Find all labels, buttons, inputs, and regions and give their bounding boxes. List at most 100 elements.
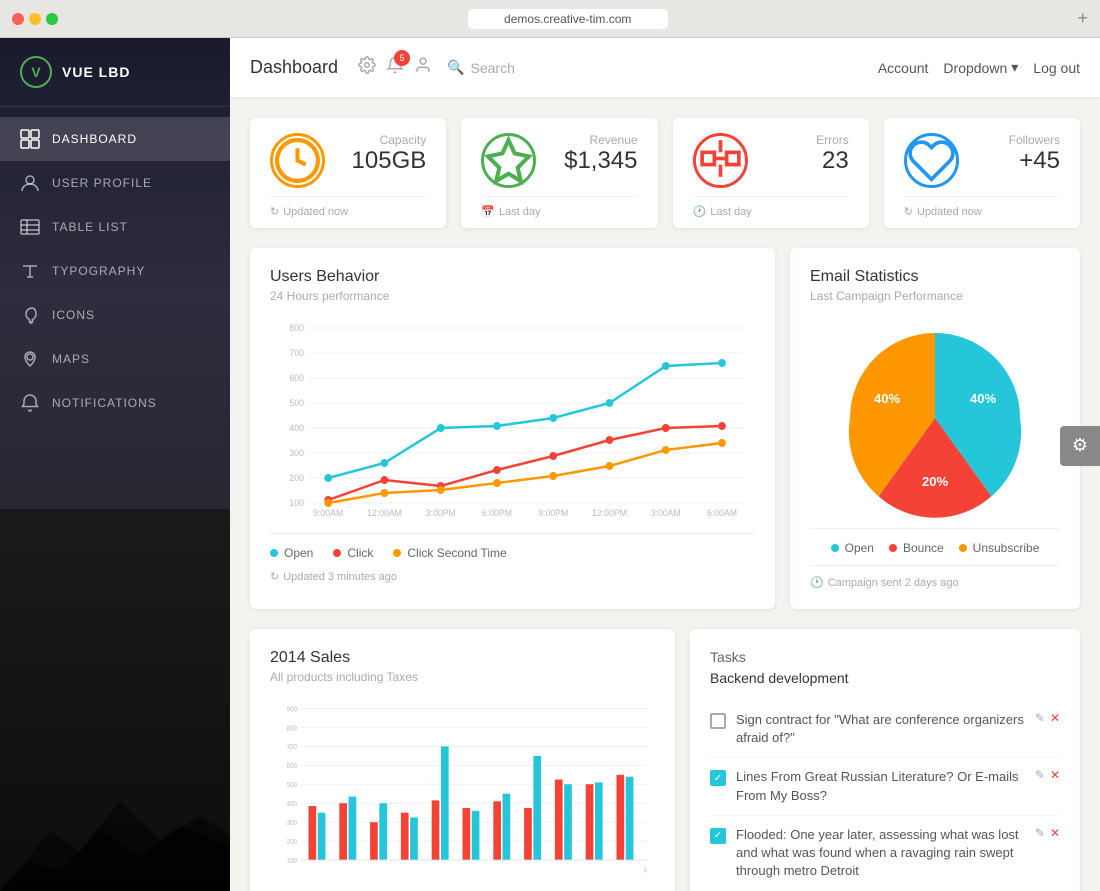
stat-footer-text: Updated now xyxy=(917,206,982,218)
dashboard-icon xyxy=(20,129,40,149)
task-actions-1: ✎ ✕ xyxy=(1035,711,1060,725)
stat-value: +45 xyxy=(1009,147,1060,175)
pie-legend-unsub: Unsubscribe xyxy=(959,541,1040,555)
sidebar-item-typography[interactable]: Typography xyxy=(0,249,230,293)
svg-text:500: 500 xyxy=(289,398,304,408)
pie-chart-svg: 40% 20% 40% xyxy=(810,318,1060,518)
email-stats-card: Email Statistics Last Campaign Performan… xyxy=(790,248,1080,609)
sidebar-background xyxy=(0,509,230,891)
email-stats-title: Email Statistics xyxy=(810,268,1060,286)
legend-dot-click-second xyxy=(393,549,401,557)
browser-add-tab[interactable]: + xyxy=(1077,8,1088,29)
app-container: V VUE LBD Dashboard xyxy=(0,38,1100,891)
pie-legend: Open Bounce Unsubscribe xyxy=(810,528,1060,555)
task-checkbox-3[interactable]: ✓ xyxy=(710,828,726,844)
account-link[interactable]: Account xyxy=(878,60,929,76)
task-text-1: Sign contract for "What are conference o… xyxy=(736,711,1025,747)
svg-text:3:00PM: 3:00PM xyxy=(426,508,456,518)
notification-bell[interactable]: 5 xyxy=(386,56,404,79)
chart-subtitle: 24 Hours performance xyxy=(270,289,755,303)
task-delete-1[interactable]: ✕ xyxy=(1050,711,1060,725)
svg-text:800: 800 xyxy=(287,725,297,733)
dropdown-menu[interactable]: Dropdown ▾ xyxy=(943,59,1018,76)
pie-dot-bounce xyxy=(889,544,897,552)
typography-icon xyxy=(20,261,40,281)
settings-header-icon[interactable] xyxy=(358,56,376,79)
stat-card-top: Errors 23 xyxy=(693,133,849,188)
pie-label-unsub: Unsubscribe xyxy=(973,541,1040,555)
search-label: Search xyxy=(471,60,515,76)
settings-gear-btn[interactable]: ⚙ xyxy=(1060,426,1100,466)
svg-text:40%: 40% xyxy=(970,391,996,406)
task-edit-3[interactable]: ✎ xyxy=(1035,826,1045,840)
sidebar-item-user-profile[interactable]: User Profile xyxy=(0,161,230,205)
svg-text:9:00AM: 9:00AM xyxy=(313,508,343,518)
sidebar-item-label: Table List xyxy=(52,220,128,234)
task-edit-2[interactable]: ✎ xyxy=(1035,768,1045,782)
task-edit-1[interactable]: ✎ xyxy=(1035,711,1045,725)
svg-text:300: 300 xyxy=(287,820,297,828)
sidebar-item-label: Icons xyxy=(52,308,95,322)
task-delete-2[interactable]: ✕ xyxy=(1050,768,1060,782)
sidebar-item-icons[interactable]: Icons xyxy=(0,293,230,337)
legend-label-open: Open xyxy=(284,546,313,560)
svg-text:3:00AM: 3:00AM xyxy=(651,508,681,518)
stat-card-top: Capacity 105GB xyxy=(270,133,426,188)
line-chart-svg: 800 700 600 500 400 300 200 100 9:00AM 1… xyxy=(270,318,755,518)
search-icon: 🔍 xyxy=(447,59,464,76)
task-item-2: ✓ Lines From Great Russian Literature? O… xyxy=(710,758,1060,815)
task-text-3: Flooded: One year later, assessing what … xyxy=(736,826,1025,881)
sidebar-item-label: Typography xyxy=(52,264,145,278)
stat-label: Capacity xyxy=(352,133,427,147)
stat-footer: ↻ Updated now xyxy=(270,196,426,218)
errors-icon xyxy=(693,133,748,188)
stat-value: 105GB xyxy=(352,147,427,175)
tasks-section: Backend development xyxy=(710,670,1060,686)
stat-cards-row: Capacity 105GB ↻ Updated now xyxy=(250,118,1080,228)
followers-icon xyxy=(904,133,959,188)
svg-text:12:00PM: 12:00PM xyxy=(592,508,627,518)
task-item-3: ✓ Flooded: One year later, assessing wha… xyxy=(710,816,1060,891)
sidebar-item-dashboard[interactable]: Dashboard xyxy=(0,117,230,161)
email-footer: 🕐 Campaign sent 2 days ago xyxy=(810,565,1060,589)
task-delete-3[interactable]: ✕ xyxy=(1050,826,1060,840)
chart-legend: Open Click Click Second Time xyxy=(270,533,755,560)
task-checkbox-2[interactable]: ✓ xyxy=(710,770,726,786)
stat-footer: ↻ Updated now xyxy=(904,196,1060,218)
sidebar-item-maps[interactable]: Maps xyxy=(0,337,230,381)
logout-link[interactable]: Log out xyxy=(1033,60,1080,76)
stat-info: Errors 23 xyxy=(816,133,849,175)
legend-click: Click xyxy=(333,546,373,560)
stat-value: 23 xyxy=(816,147,849,175)
pie-dot-open xyxy=(831,544,839,552)
browser-chrome: demos.creative-tim.com + xyxy=(0,0,1100,38)
legend-dot-click xyxy=(333,549,341,557)
bar-chart-svg: 900 800 700 600 500 400 300 200 100 xyxy=(270,699,655,879)
sidebar-item-label: Notifications xyxy=(52,396,157,410)
stat-footer: 📅 Last day xyxy=(481,196,637,218)
pie-label-open: Open xyxy=(845,541,874,555)
task-actions-2: ✎ ✕ xyxy=(1035,768,1060,782)
pie-legend-bounce: Bounce xyxy=(889,541,944,555)
svg-text:200: 200 xyxy=(287,838,297,846)
svg-text:300: 300 xyxy=(289,448,304,458)
dropdown-label: Dropdown xyxy=(943,60,1007,76)
search-bar[interactable]: 🔍 Search xyxy=(447,59,515,76)
sales-subtitle: All products including Taxes xyxy=(270,670,655,684)
sidebar-item-table-list[interactable]: Table List xyxy=(0,205,230,249)
user-avatar-btn[interactable] xyxy=(414,56,432,79)
svg-text:0: 0 xyxy=(644,867,648,875)
sales-card: 2014 Sales All products including Taxes xyxy=(250,629,675,891)
task-checkbox-1[interactable] xyxy=(710,713,726,729)
sidebar-brand: V VUE LBD xyxy=(0,38,230,107)
svg-text:12:00AM: 12:00AM xyxy=(367,508,402,518)
stat-info: Followers +45 xyxy=(1009,133,1060,175)
dot-green xyxy=(46,13,58,25)
stat-label: Followers xyxy=(1009,133,1060,147)
browser-url-bar: demos.creative-tim.com xyxy=(66,9,1069,29)
stat-card-revenue: Revenue $1,345 📅 Last day xyxy=(461,118,657,228)
notification-count: 5 xyxy=(394,50,410,66)
pie-label-bounce: Bounce xyxy=(903,541,944,555)
sidebar-item-notifications[interactable]: Notifications xyxy=(0,381,230,425)
svg-text:100: 100 xyxy=(289,498,304,508)
